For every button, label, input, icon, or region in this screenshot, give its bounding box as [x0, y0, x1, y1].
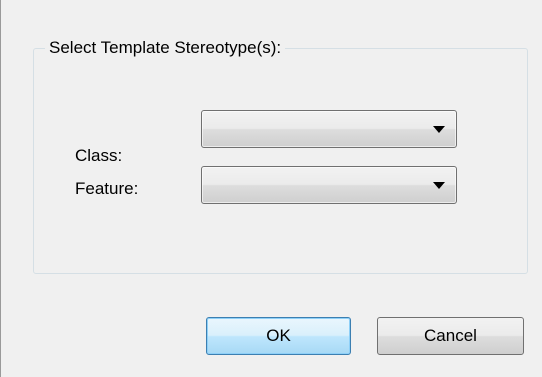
class-dropdown-arrow-icon[interactable]: [433, 126, 445, 133]
class-label: Class:: [75, 146, 123, 165]
feature-combobox[interactable]: [201, 166, 457, 204]
groupbox-title: Select Template Stereotype(s):: [45, 38, 286, 58]
cancel-button[interactable]: Cancel: [377, 317, 524, 355]
class-combobox[interactable]: [201, 110, 457, 148]
feature-label: Feature:: [75, 179, 139, 198]
feature-dropdown-arrow-icon[interactable]: [433, 182, 445, 189]
ok-button[interactable]: OK: [206, 317, 351, 355]
template-stereotype-dialog: Select Template Stereotype(s): Class: Fe…: [0, 0, 542, 377]
